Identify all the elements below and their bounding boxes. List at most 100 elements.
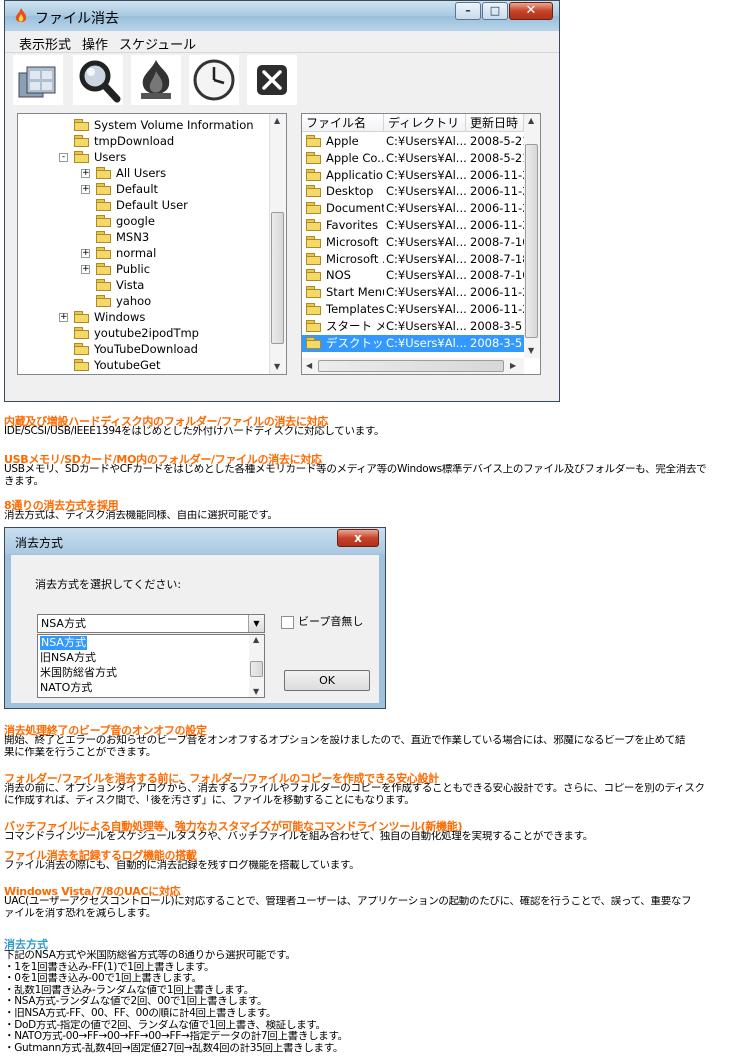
tree-item[interactable]: normal — [96, 245, 156, 261]
column-header[interactable]: ディレクトリ — [384, 114, 466, 132]
scroll-right-icon[interactable]: ▶ — [510, 361, 516, 370]
folder-view-button[interactable] — [13, 55, 63, 105]
dialog-prompt: 消去方式を選択してください: — [35, 578, 182, 591]
scroll-thumb[interactable] — [271, 212, 284, 344]
scroll-left-icon[interactable]: ◀ — [306, 361, 312, 370]
tree-item[interactable]: Vista — [96, 277, 144, 293]
tree-item[interactable]: System Volume Information — [74, 117, 254, 133]
list-row[interactable]: Apple C:¥Users¥Al... 2008-5-21 — [302, 133, 526, 150]
list-item[interactable]: NATO方式 — [40, 681, 92, 695]
tree-item-label: Windows — [94, 310, 146, 324]
tree-item[interactable]: Windows — [74, 309, 145, 325]
file-name: Start Menu — [326, 285, 384, 300]
scroll-thumb[interactable] — [250, 661, 263, 677]
method-combobox[interactable]: NSA方式 ▼ — [37, 614, 265, 633]
close-button[interactable]: ✕ — [509, 2, 553, 20]
list-row[interactable]: Favorites C:¥Users¥Al... 2006-11-2 — [302, 217, 526, 234]
list-row[interactable]: DocumentsC:¥Users¥Al... 2006-11-2 — [302, 200, 526, 217]
column-header[interactable]: 更新日時 — [466, 114, 524, 132]
scroll-up-icon[interactable]: ▲ — [253, 635, 259, 644]
expand-icon[interactable]: + — [59, 313, 68, 322]
chevron-down-icon[interactable]: ▼ — [248, 615, 264, 632]
list-row[interactable]: デスクトップC:¥Users¥Al... 2008-3-5 1 — [302, 334, 526, 352]
expand-icon[interactable]: + — [81, 265, 90, 274]
list-row[interactable]: スタート メ...C:¥Users¥Al... 2008-3-5 1 — [302, 318, 526, 335]
tree-item[interactable]: Default User — [96, 197, 188, 213]
column-header[interactable]: ファイル名 — [302, 114, 384, 132]
tree-item[interactable]: Users — [74, 149, 126, 165]
tree-scrollbar[interactable]: ▲ ▼ — [269, 114, 286, 374]
scroll-down-icon[interactable]: ▼ — [528, 346, 534, 355]
file-name: Documents — [326, 201, 384, 216]
scroll-thumb[interactable] — [318, 360, 504, 372]
schedule-button[interactable] — [189, 55, 239, 105]
exit-button[interactable] — [247, 55, 297, 105]
method-listbox[interactable]: NSA方式 旧NSA方式 米国防総省方式 NATO方式 ▲ ▼ — [37, 634, 265, 698]
list-item[interactable]: NSA方式 — [40, 636, 87, 650]
expand-icon[interactable]: + — [81, 185, 90, 194]
dialog-close-button[interactable]: x — [337, 529, 379, 547]
folder-icon — [306, 151, 322, 164]
tree-item[interactable]: All Users — [96, 165, 166, 181]
listbox-scrollbar[interactable]: ▲ ▼ — [249, 635, 264, 697]
scroll-up-icon[interactable]: ▲ — [274, 116, 280, 125]
feature-description: USBメモリ、SDカードやCFカードをはじめとした各種メモリカード等のメディア等… — [4, 464, 707, 475]
menu-view-format[interactable]: 表示形式 — [19, 34, 71, 53]
expand-icon[interactable]: + — [81, 249, 90, 258]
beep-off-checkbox[interactable] — [281, 616, 294, 629]
file-list[interactable]: ファイル名 ディレクトリ 更新日時 Apple C:¥Users¥Al... 2008-5… — [301, 113, 541, 375]
expand-icon[interactable]: + — [81, 169, 90, 178]
scroll-down-icon[interactable]: ▼ — [274, 362, 280, 371]
tree-item[interactable]: youtube2ipodTmp — [74, 325, 199, 341]
directory: C:¥Users¥Al... — [386, 335, 466, 350]
tree-item[interactable]: Public — [96, 261, 150, 277]
scroll-thumb[interactable] — [525, 144, 538, 338]
ok-button[interactable]: OK — [284, 670, 370, 691]
tree-item[interactable]: yahoo — [96, 293, 151, 309]
directory: C:¥Users¥Al... — [386, 167, 466, 182]
method-line: ・DoD方式-指定の値で2回、ランダムな値で1回上書き、検証します。 — [4, 1019, 326, 1031]
feature-description: IDE/SCSI/USB/IEEE1394をはじめとした外付けハードディスクに対… — [4, 426, 385, 437]
folder-tree[interactable]: System Volume Information tmpDownload User… — [17, 113, 287, 375]
folder-icon — [96, 231, 112, 243]
directory: C:¥Users¥Al... — [386, 318, 466, 333]
folder-icon — [306, 219, 322, 231]
minimize-button[interactable]: – — [455, 2, 481, 20]
directory: C:¥Users¥Al... — [386, 184, 466, 199]
modified-date: 2006-11-2 — [470, 285, 526, 300]
list-row[interactable]: Desktop C:¥Users¥Al... 2006-11-2 — [302, 183, 526, 200]
list-row[interactable]: Microsoft ...C:¥Users¥Al... 2008-7-18 — [302, 251, 526, 268]
tree-item-label: google — [116, 214, 155, 228]
modified-date: 2006-11-2 — [470, 201, 526, 216]
method-combobox-value: NSA方式 — [41, 617, 86, 630]
scroll-down-icon[interactable]: ▼ — [253, 687, 259, 696]
list-row[interactable]: Apple Co... C:¥Users¥Al... 2008-5-21 — [302, 150, 526, 167]
file-name: Desktop — [326, 184, 374, 199]
scroll-up-icon[interactable]: ▲ — [528, 116, 534, 125]
list-hscrollbar[interactable]: ◀ ▶ — [302, 358, 524, 374]
dialog-title-bar[interactable]: 消去方式 x — [5, 528, 385, 554]
tree-item[interactable]: YouTubeDownload — [74, 341, 198, 357]
file-name: Microsoft ... — [326, 251, 384, 266]
list-row[interactable]: Start Menu C:¥Users¥Al... 2006-11-2 — [302, 284, 526, 301]
list-row[interactable]: Templates C:¥Users¥Al... 2006-11-2 — [302, 301, 526, 318]
erase-button[interactable] — [131, 55, 181, 105]
list-row[interactable]: Microsoft C:¥Users¥Al... 2008-7-10 — [302, 234, 526, 251]
maximize-button[interactable]: □ — [482, 2, 508, 20]
menu-operation[interactable]: 操作 — [82, 34, 108, 53]
list-row[interactable]: NOS C:¥Users¥Al... 2008-7-10 — [302, 267, 526, 284]
search-button[interactable] — [73, 55, 123, 105]
tree-item[interactable]: YoutubeGet — [74, 357, 161, 373]
menu-schedule[interactable]: スケジュール — [119, 34, 196, 53]
collapse-icon[interactable]: - — [59, 153, 68, 162]
list-item[interactable]: 米国防総省方式 — [40, 666, 117, 680]
tree-item[interactable]: MSN3 — [96, 229, 149, 245]
list-item[interactable]: 旧NSA方式 — [40, 651, 96, 665]
tree-item[interactable]: Default — [96, 181, 158, 197]
tree-item[interactable]: google — [96, 213, 155, 229]
title-bar[interactable]: ファイル消去 – □ ✕ — [5, 1, 559, 31]
tree-item[interactable]: tmpDownload — [74, 133, 174, 149]
list-vscrollbar[interactable]: ▲ ▼ — [524, 114, 540, 358]
list-row[interactable]: Applicatio...C:¥Users¥Al... 2006-11-2 — [302, 167, 526, 184]
feature-description: 消去の前に、オプションダイアログから、消去するファイルやフォルダーのコピーを作成… — [4, 783, 705, 794]
